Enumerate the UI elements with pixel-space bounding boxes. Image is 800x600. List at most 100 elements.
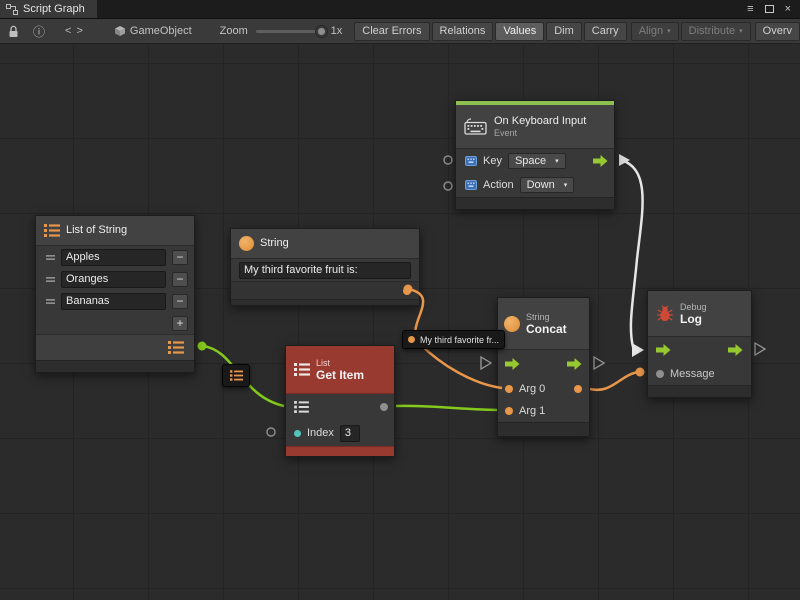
distribute-label: Distribute: [689, 25, 735, 37]
flow-output-arrow[interactable]: [728, 344, 743, 356]
string-type-icon: [239, 236, 254, 251]
list-of-string-node[interactable]: List of String Apples − Oranges − Banana…: [35, 215, 195, 373]
gameobject-label: GameObject: [130, 25, 192, 37]
port-circle-index[interactable]: [267, 428, 275, 436]
flow-in-marker-concat[interactable]: [481, 357, 491, 369]
node-title: String: [260, 237, 289, 250]
list-item-field[interactable]: Apples: [61, 249, 166, 266]
remove-item-button[interactable]: −: [172, 294, 188, 309]
arg0-label: Arg 0: [519, 383, 545, 395]
gameobject-icon: [114, 25, 126, 37]
key-label: Key: [483, 155, 502, 167]
port-circle-action[interactable]: [444, 182, 452, 190]
graph-owner[interactable]: GameObject: [114, 25, 192, 37]
list-icon: [44, 224, 60, 237]
info-icon[interactable]: ⓘ: [33, 23, 45, 40]
log-message-wire-end[interactable]: [636, 368, 645, 377]
wire-concat-to-log[interactable]: [590, 372, 638, 390]
align-label: Align: [639, 25, 663, 37]
debug-log-node[interactable]: Debug Log Message: [647, 290, 752, 398]
key-value: Space: [515, 155, 546, 167]
list-output-port[interactable]: [198, 342, 207, 351]
window-menu-icon[interactable]: ≡: [747, 3, 753, 15]
carry-button[interactable]: Carry: [584, 22, 627, 41]
message-label: Message: [670, 368, 715, 380]
keyboard-icon: [464, 118, 488, 135]
string-output-port[interactable]: [403, 287, 411, 295]
index-input-port[interactable]: [294, 430, 301, 437]
index-label: Index: [307, 427, 334, 439]
flow-in-marker-log[interactable]: [632, 343, 644, 357]
zoom-value: 1x: [331, 25, 343, 37]
chevron-down-icon: ▾: [739, 28, 743, 35]
align-dropdown[interactable]: Align ▾: [631, 22, 679, 41]
string-value-field[interactable]: My third favorite fruit is:: [239, 262, 411, 279]
keycode-icon: [465, 179, 477, 191]
result-output-port[interactable]: [574, 385, 582, 393]
distribute-dropdown[interactable]: Distribute ▾: [681, 22, 751, 41]
drag-handle-icon[interactable]: [46, 276, 55, 283]
flow-out-marker-log[interactable]: [755, 343, 765, 355]
node-title: Concat: [526, 323, 567, 336]
message-input-port[interactable]: [656, 370, 664, 378]
flow-out-marker-keyboard[interactable]: [619, 154, 630, 166]
list-item-field[interactable]: Oranges: [61, 271, 166, 288]
node-category: List: [316, 358, 364, 369]
values-button[interactable]: Values: [495, 22, 544, 41]
relations-button[interactable]: Relations: [432, 22, 494, 41]
clear-errors-button[interactable]: Clear Errors: [354, 22, 429, 41]
string-type-icon: [504, 316, 520, 332]
on-keyboard-input-node[interactable]: On Keyboard Input Event Key Space ▾: [455, 100, 615, 210]
drag-handle-icon[interactable]: [46, 254, 55, 261]
port-circle-key[interactable]: [444, 156, 452, 164]
key-dropdown[interactable]: Space ▾: [508, 153, 566, 169]
zoom-slider-knob[interactable]: [316, 26, 327, 37]
list-icon: [294, 363, 310, 376]
drag-handle-icon[interactable]: [46, 298, 55, 305]
script-graph-icon: [6, 4, 18, 15]
add-item-button[interactable]: +: [172, 316, 188, 331]
list-output-icon[interactable]: [168, 341, 184, 354]
flow-out-marker-concat[interactable]: [594, 357, 604, 369]
item-output-port[interactable]: [380, 403, 388, 411]
string-value-text: My third favorite fr...: [420, 335, 499, 345]
list-item-field[interactable]: Bananas: [61, 293, 166, 310]
zoom-label: Zoom: [220, 25, 248, 37]
window-maximize-icon[interactable]: [765, 5, 774, 13]
graph-toolbar: ⓘ < > GameObject Zoom 1x Clear Errors Re…: [0, 19, 800, 44]
tab-script-graph[interactable]: Script Graph: [0, 0, 97, 18]
edit-script-icon[interactable]: < >: [65, 25, 84, 37]
overview-button[interactable]: Overv: [755, 22, 800, 41]
get-item-node[interactable]: List Get Item Index 3: [285, 345, 395, 457]
action-dropdown[interactable]: Down ▾: [520, 177, 575, 193]
remove-item-button[interactable]: −: [172, 250, 188, 265]
node-title: Log: [680, 313, 707, 326]
wire-keyboard-to-log[interactable]: [621, 160, 643, 347]
remove-item-button[interactable]: −: [172, 272, 188, 287]
arg0-input-port[interactable]: [505, 385, 513, 393]
dim-button[interactable]: Dim: [546, 22, 582, 41]
window-close-icon[interactable]: ×: [785, 3, 791, 15]
graph-canvas[interactable]: List of String Apples − Oranges − Banana…: [0, 44, 800, 600]
concat-node[interactable]: String Concat Arg 0 Arg 1: [497, 297, 590, 437]
keycode-icon: [465, 155, 477, 167]
string-value-dot: [408, 336, 415, 343]
chevron-down-icon: ▾: [555, 158, 559, 165]
arg1-label: Arg 1: [519, 405, 545, 417]
arg1-input-port[interactable]: [505, 407, 513, 415]
chevron-down-icon: ▾: [564, 182, 568, 189]
node-title: List of String: [66, 224, 127, 237]
string-value-preview: My third favorite fr...: [402, 330, 505, 349]
bug-icon: [656, 305, 674, 322]
flow-input-arrow[interactable]: [656, 344, 671, 356]
string-literal-node[interactable]: String My third favorite fruit is:: [230, 228, 420, 306]
flow-output-arrow[interactable]: [593, 155, 608, 167]
zoom-slider[interactable]: [256, 30, 324, 33]
list-input-icon[interactable]: [294, 401, 309, 413]
flow-output-arrow[interactable]: [567, 358, 582, 370]
node-title: Get Item: [316, 369, 364, 382]
index-field[interactable]: 3: [340, 425, 360, 442]
flow-input-arrow[interactable]: [505, 358, 520, 370]
wire-getitem-to-concat[interactable]: [396, 406, 502, 410]
lock-icon[interactable]: [8, 25, 19, 38]
